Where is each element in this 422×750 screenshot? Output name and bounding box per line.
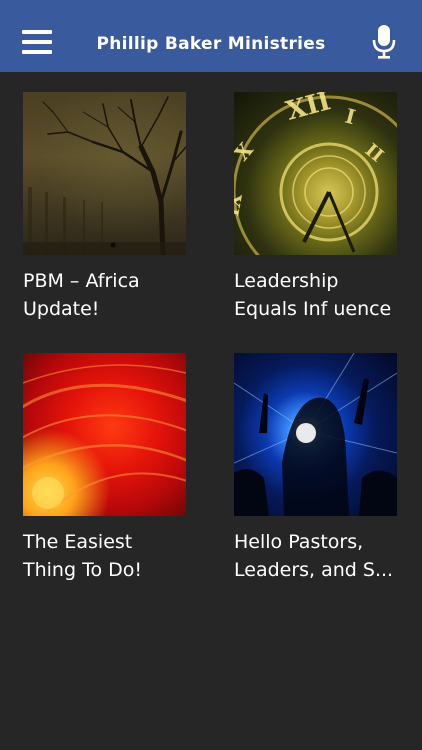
svg-text:XII: XII xyxy=(283,92,334,127)
post-card[interactable]: PBM – Africa Update! xyxy=(23,92,186,323)
svg-text:I: I xyxy=(343,104,358,130)
app-title: Phillip Baker Ministries xyxy=(96,34,326,54)
post-thumbnail-clock: XII I II X IX xyxy=(234,92,397,255)
post-thumbnail-light-swirl xyxy=(23,353,186,516)
post-card[interactable]: XII I II X IX Leadership Equals Inf uenc… xyxy=(234,92,397,323)
post-thumbnail-forest xyxy=(23,92,186,255)
app-header: Phillip Baker Ministries xyxy=(0,0,422,72)
post-card[interactable]: Hello Pastors, Leaders, and S... xyxy=(234,353,397,584)
post-card[interactable]: The Easiest Thing To Do! xyxy=(23,353,186,584)
svg-text:II: II xyxy=(361,140,387,167)
post-title: Hello Pastors, Leaders, and S... xyxy=(234,531,394,581)
post-title: PBM – Africa Update! xyxy=(23,270,140,320)
svg-text:IX: IX xyxy=(234,192,247,218)
post-title: Leadership Equals Inf uence xyxy=(234,270,392,320)
post-title: The Easiest Thing To Do! xyxy=(23,531,142,581)
microphone-icon[interactable] xyxy=(372,25,396,59)
post-thumbnail-worship xyxy=(234,353,397,516)
